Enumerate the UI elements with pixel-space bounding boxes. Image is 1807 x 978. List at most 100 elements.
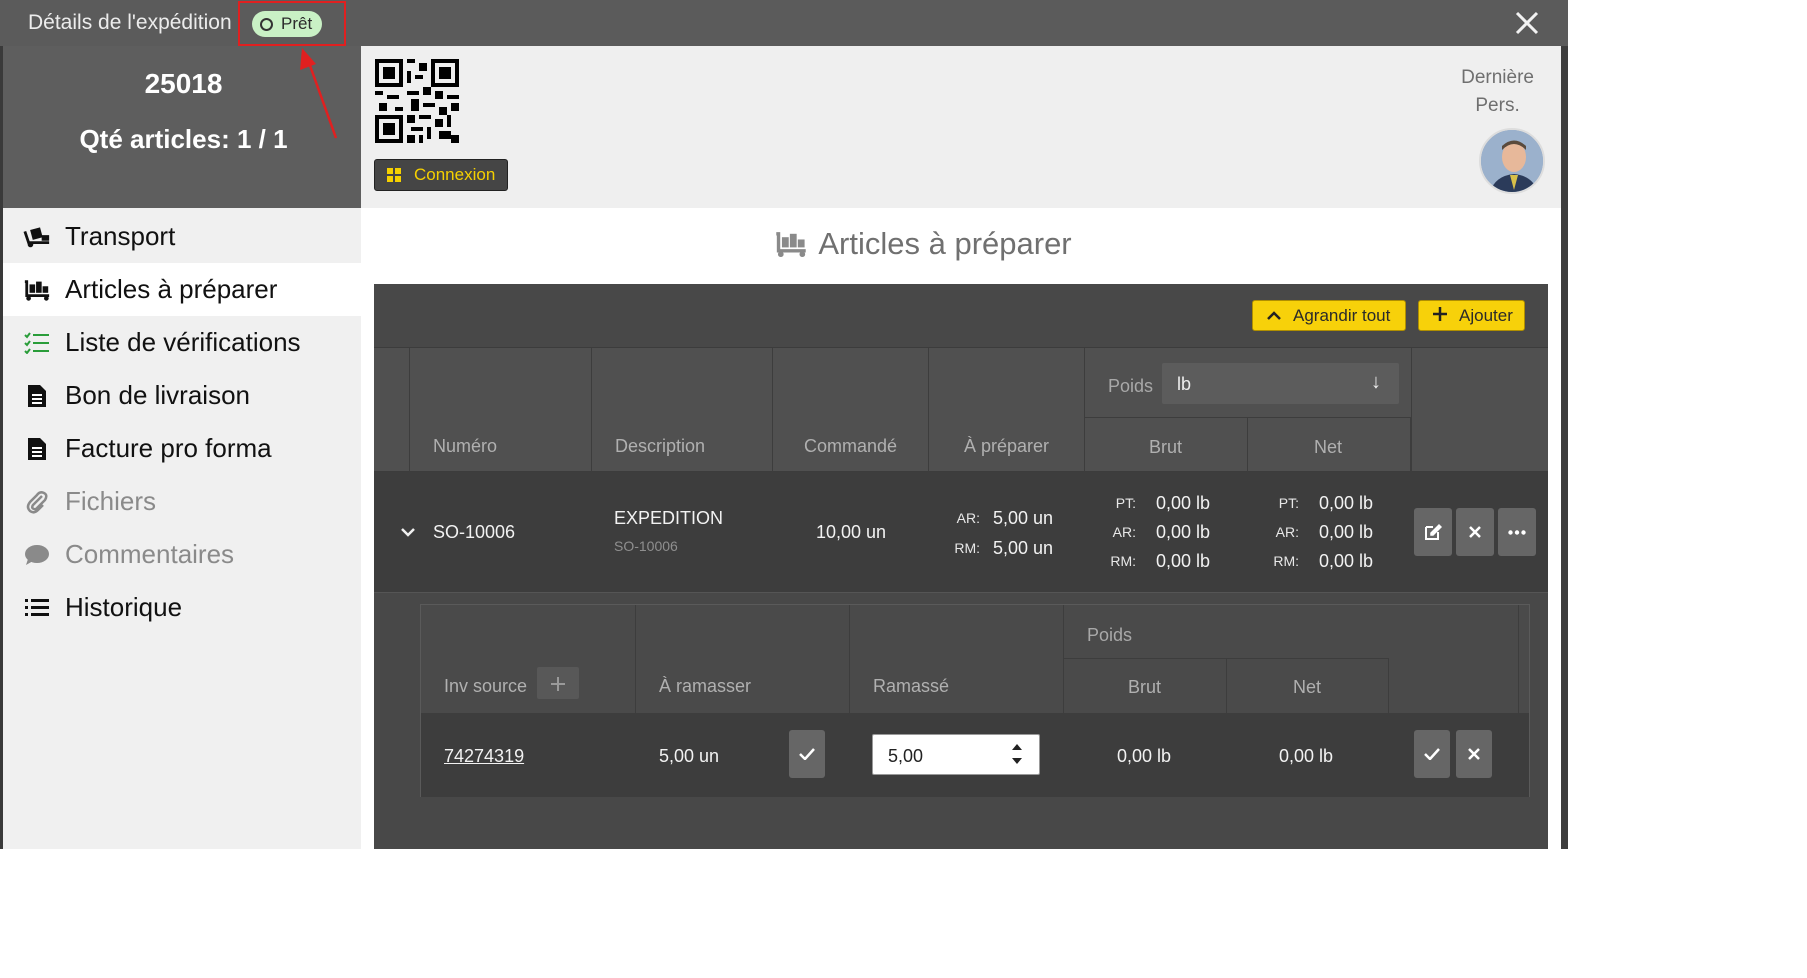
sidebar-item-label: Historique	[65, 592, 183, 622]
sub-header-to-pick: À ramasser	[636, 605, 850, 713]
window-title: Détails de l'expédition	[28, 11, 232, 34]
last-person-line2: Pers.	[1475, 95, 1520, 116]
inv-source-link[interactable]: 74274319	[444, 746, 524, 767]
prep-rm-value: 5,00 un	[993, 538, 1054, 558]
header-ordered[interactable]: Commandé	[773, 348, 929, 473]
edit-button[interactable]	[1414, 508, 1452, 556]
sidebar-item-label: Facture pro forma	[65, 433, 272, 463]
confirm-to-pick-button[interactable]	[789, 730, 825, 778]
status-text: Prêt	[281, 14, 313, 33]
circle-icon	[260, 17, 273, 31]
check-icon	[1424, 748, 1440, 760]
picked-quantity-input[interactable]: 5,00	[872, 734, 1040, 775]
add-label: Ajouter	[1459, 305, 1513, 325]
sub-header-inv-source: Inv source	[421, 605, 636, 713]
sub-header-gross: Brut	[1064, 659, 1227, 713]
sidebar-item-history[interactable]: Historique	[3, 581, 361, 634]
close-button[interactable]	[1510, 6, 1544, 40]
header-number-label: Numéro	[433, 436, 498, 456]
gross-ar-value: 0,00 lb	[1156, 522, 1211, 542]
header-weight-label: Poids	[1108, 376, 1154, 396]
sub-header-inv-source-label: Inv source	[444, 676, 528, 696]
net-ar-value: 0,00 lb	[1319, 522, 1374, 542]
prep-rm-key: RM:	[954, 540, 980, 556]
header-ordered-label: Commandé	[804, 436, 898, 456]
sub-header-weight: Poids	[1064, 605, 1389, 659]
document-icon	[23, 436, 51, 462]
sidebar-item-checklist[interactable]: Liste de vérifications	[3, 316, 361, 369]
sub-header-gross-label: Brut	[1128, 677, 1162, 697]
add-inv-source-button[interactable]	[537, 667, 579, 699]
edit-icon	[1425, 523, 1442, 540]
info-area: Connexion Dernière Pers.	[361, 46, 1568, 208]
section-title: Articles à préparer	[361, 226, 1485, 266]
last-person-label: Dernière Pers.	[1461, 64, 1534, 120]
connect-button-label: Connexion	[414, 165, 496, 184]
spinner-icon[interactable]	[1011, 741, 1023, 771]
gross-rm-value: 0,00 lb	[1156, 551, 1211, 571]
sidebar-item-label: Commentaires	[65, 539, 235, 569]
row-ordered: 10,00 un	[816, 522, 887, 542]
sub-header-picked-label: Ramassé	[873, 676, 950, 696]
close-icon	[1515, 11, 1539, 35]
ellipsis-icon	[1508, 529, 1526, 535]
sidebar-item-delivery-note[interactable]: Bon de livraison	[3, 369, 361, 422]
truck-loading-icon	[23, 224, 51, 250]
prep-ar-key: AR:	[956, 510, 980, 526]
delete-row-button[interactable]	[1456, 508, 1494, 556]
check-icon	[799, 748, 815, 760]
table-row: SO-10006 EXPEDITION SO-10006 10,00 un AR…	[374, 472, 1548, 593]
sidebar-item-transport[interactable]: Transport	[3, 210, 361, 263]
gross-rm-key: RM:	[1110, 553, 1136, 569]
table-header: Numéro Description Commandé À préparer P…	[374, 347, 1548, 473]
save-pick-button[interactable]	[1414, 730, 1450, 778]
last-person-line1: Dernière	[1461, 67, 1534, 88]
paperclip-icon	[23, 489, 51, 515]
sub-header-weight-label: Poids	[1087, 625, 1133, 645]
cancel-pick-button[interactable]	[1456, 730, 1492, 778]
dolly-icon	[23, 277, 51, 303]
sub-header-actions	[1389, 605, 1519, 713]
weight-unit-select[interactable]: lb ↓	[1162, 363, 1399, 404]
header-number[interactable]: Numéro	[410, 348, 592, 473]
picked-quantity-value: 5,00	[888, 746, 924, 766]
sidebar-item-label: Bon de livraison	[65, 380, 250, 410]
main-content: Articles à préparer Agrandir tout Ajoute…	[361, 208, 1561, 849]
expand-all-label: Agrandir tout	[1293, 305, 1391, 325]
qr-code-icon	[375, 59, 459, 143]
plus-icon	[1433, 305, 1447, 326]
gross-pt-value: 0,00 lb	[1156, 493, 1211, 513]
sidebar-item-label: Transport	[65, 221, 176, 251]
chevron-down-icon[interactable]	[400, 527, 416, 537]
sidebar-item-proforma[interactable]: Facture pro forma	[3, 422, 361, 475]
sidebar: Transport Articles à préparer Liste de v…	[0, 208, 361, 849]
expand-all-button[interactable]: Agrandir tout	[1252, 300, 1406, 331]
more-options-button[interactable]	[1498, 508, 1536, 556]
sidebar-item-comments[interactable]: Commentaires	[3, 528, 361, 581]
header-net-label: Net	[1314, 437, 1343, 457]
sub-header-net: Net	[1227, 659, 1389, 713]
sub-header-to-pick-label: À ramasser	[659, 676, 752, 696]
sidebar-item-label: Liste de vérifications	[65, 327, 301, 357]
sub-header-net-label: Net	[1293, 677, 1322, 697]
avatar[interactable]	[1479, 128, 1545, 194]
header-to-prepare-label: À préparer	[964, 436, 1050, 456]
list-icon	[23, 595, 51, 621]
add-button[interactable]: Ajouter	[1418, 300, 1525, 331]
order-number: 25018	[144, 68, 223, 99]
header-to-prepare[interactable]: À préparer	[929, 348, 1085, 473]
pick-net-value: 0,00 lb	[1279, 746, 1334, 766]
to-pick-value: 5,00 un	[659, 746, 720, 766]
sidebar-item-files[interactable]: Fichiers	[3, 475, 361, 528]
gross-ar-key: AR:	[1112, 524, 1136, 540]
connect-button[interactable]: Connexion	[374, 159, 508, 191]
header-description[interactable]: Description	[592, 348, 773, 473]
section-title-text: Articles à préparer	[818, 226, 1072, 261]
pick-row: 74274319 5,00 un 5,00 0,00 lb 0,00 lb	[421, 713, 1529, 797]
status-badge: Prêt	[252, 11, 323, 37]
header-gross: Brut	[1085, 418, 1248, 473]
status-highlight-box: Prêt	[238, 1, 346, 46]
sidebar-item-label: Fichiers	[65, 486, 157, 516]
sidebar-item-articles[interactable]: Articles à préparer	[3, 263, 361, 316]
dolly-icon	[774, 230, 808, 266]
